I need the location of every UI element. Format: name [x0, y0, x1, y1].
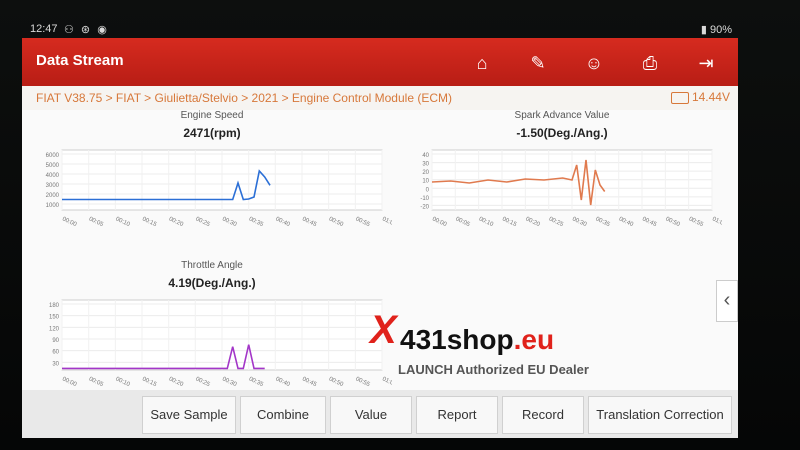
x-tick-label: 01:00 — [381, 216, 392, 228]
y-tick-label: 120 — [49, 326, 60, 332]
watermark-brand-name: 431shop — [400, 324, 514, 355]
breadcrumb: FIAT V38.75 > FIAT > Giulietta/Stelvio >… — [36, 91, 452, 105]
x-tick-label: 00:05 — [454, 216, 471, 228]
x-tick-label: 00:25 — [194, 216, 211, 228]
print-icon[interactable]: ⎙ — [630, 48, 670, 78]
page-title: Data Stream — [36, 52, 124, 69]
translation-correction-button[interactable]: Translation Correction — [588, 396, 732, 434]
y-tick-label: 1000 — [46, 203, 60, 209]
x-tick-label: 00:50 — [328, 376, 345, 388]
watermark-tagline: LAUNCH Authorized EU Dealer — [398, 362, 589, 377]
y-tick-label: 3000 — [46, 183, 60, 189]
dealer-watermark: X 431shop.eu LAUNCH Authorized EU Dealer — [370, 300, 630, 390]
x-tick-label: 00:40 — [618, 216, 635, 228]
y-tick-label: 40 — [422, 153, 429, 159]
status-icons: ⚇ ⊛ ◉ — [64, 24, 109, 36]
watermark-x: X — [370, 308, 397, 352]
x-tick-label: 00:55 — [688, 216, 705, 228]
watermark-brand: 431shop.eu — [400, 324, 554, 356]
x-tick-label: 00:25 — [194, 376, 211, 388]
support-icon[interactable]: ☺ — [574, 48, 614, 78]
status-time: 12:47 — [30, 23, 58, 35]
car-battery-icon — [670, 91, 689, 104]
y-tick-label: 60 — [52, 350, 59, 356]
voltage-indicator: 14.44V — [670, 90, 730, 104]
x-tick-label: 00:35 — [594, 216, 611, 228]
x-tick-label: 00:45 — [301, 376, 318, 388]
x-tick-label: 00:55 — [354, 376, 371, 388]
x-tick-label: 00:15 — [501, 216, 518, 228]
x-tick-label: 00:35 — [248, 216, 265, 228]
y-tick-label: -10 — [420, 196, 429, 202]
x-tick-label: 00:10 — [114, 216, 131, 228]
y-tick-label: 6000 — [46, 153, 60, 159]
voltage-value: 14.44V — [691, 90, 730, 104]
throttle-angle-chart: 180 150 120 90 60 30 00:00 00:05 00:10 00:15 00:20… — [49, 299, 392, 388]
y-tick-label: 2000 — [46, 193, 60, 199]
x-tick-label: 00:45 — [301, 216, 318, 228]
y-tick-label: 150 — [49, 315, 60, 321]
report-edit-icon[interactable]: ✎ — [518, 48, 558, 78]
y-tick-label: 180 — [49, 303, 60, 309]
y-tick-label: 30 — [422, 162, 429, 168]
title-bar: Data Stream ⌂ ✎ ☺ ⎙ ⇥ — [22, 38, 738, 86]
x-tick-label: 00:35 — [248, 376, 265, 388]
y-tick-label: 10 — [422, 179, 429, 185]
battery-percent: 90% — [709, 24, 732, 36]
y-tick-label: 5000 — [46, 163, 60, 169]
x-tick-label: 00:30 — [571, 216, 588, 228]
engine-speed-chart: 6000 5000 4000 3000 2000 1000 00:00 00:05 00:10 0… — [46, 149, 392, 228]
status-bar: 12:47 ⚇ ⊛ ◉ ▮ 90% — [22, 20, 738, 38]
x-tick-label: 00:20 — [168, 216, 185, 228]
x-tick-label: 00:00 — [431, 216, 448, 228]
x-tick-label: 00:25 — [548, 216, 565, 228]
x-tick-label: 00:45 — [641, 216, 658, 228]
spark-advance-plot: Spark Advance Value -1.50(Deg./Ang.) 40 3… — [402, 110, 722, 240]
chevron-left-icon[interactable]: ‹ — [716, 280, 738, 322]
x-tick-label: 01:00 — [711, 216, 722, 228]
y-tick-label: 4000 — [46, 173, 60, 179]
x-tick-label: 00:20 — [168, 376, 185, 388]
x-tick-label: 00:30 — [221, 216, 238, 228]
x-tick-label: 00:05 — [88, 216, 105, 228]
x-tick-label: 00:50 — [664, 216, 681, 228]
home-icon[interactable]: ⌂ — [462, 48, 502, 78]
engine-speed-plot: Engine Speed 2471(rpm) 6000 5000 4000 3000 2… — [32, 110, 392, 240]
bottom-toolbar: Save Sample Combine Value Report Record … — [22, 390, 738, 438]
throttle-angle-plot: Throttle Angle 4.19(Deg./Ang.) 180 150 120… — [32, 260, 392, 400]
x-tick-label: 00:30 — [221, 376, 238, 388]
x-tick-label: 00:20 — [524, 216, 541, 228]
x-tick-label: 00:40 — [274, 376, 291, 388]
x-tick-label: 00:00 — [61, 216, 78, 228]
x-tick-label: 00:10 — [114, 376, 131, 388]
value-button[interactable]: Value — [330, 396, 412, 434]
watermark-tld: .eu — [513, 324, 555, 355]
x-tick-label: 00:15 — [141, 376, 158, 388]
x-tick-label: 00:05 — [88, 376, 105, 388]
x-tick-label: 00:15 — [141, 216, 158, 228]
breadcrumb-row: FIAT V38.75 > FIAT > Giulietta/Stelvio >… — [22, 86, 738, 110]
combine-button[interactable]: Combine — [240, 396, 326, 434]
x-tick-label: 00:50 — [328, 216, 345, 228]
y-tick-label: 20 — [422, 170, 429, 176]
y-tick-label: 0 — [426, 187, 430, 193]
spark-advance-chart: 40 30 20 10 0 -10 -2000:00 00:05 00:10 00:15 00:20… — [420, 149, 722, 228]
report-button[interactable]: Report — [416, 396, 498, 434]
battery-level: ▮ 90% — [700, 24, 732, 36]
x-tick-label: 00:55 — [354, 216, 371, 228]
x-tick-label: 00:40 — [274, 216, 291, 228]
y-tick-label: -20 — [420, 204, 429, 210]
x-tick-label: 00:00 — [61, 376, 78, 388]
y-tick-label: 90 — [52, 338, 59, 344]
record-button[interactable]: Record — [502, 396, 584, 434]
y-tick-label: 30 — [52, 361, 59, 367]
exit-icon[interactable]: ⇥ — [686, 48, 726, 78]
save-sample-button[interactable]: Save Sample — [142, 396, 236, 434]
x-tick-label: 00:10 — [478, 216, 495, 228]
